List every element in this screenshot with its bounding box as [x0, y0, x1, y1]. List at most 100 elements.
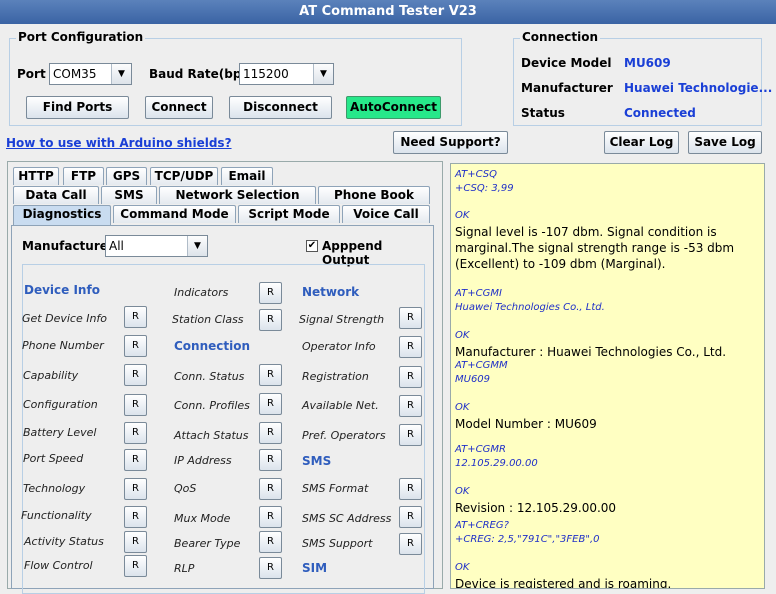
tab-script-mode[interactable]: Script Mode: [238, 205, 340, 223]
conn-status-button[interactable]: R: [259, 364, 282, 386]
bearer-type-label: Bearer Type: [174, 537, 241, 550]
log-command-line: OK: [455, 486, 470, 497]
status-label: Status: [521, 106, 565, 120]
log-command-line: OK: [455, 402, 470, 413]
conn-status-label: Conn. Status: [174, 370, 245, 383]
sms-format-button[interactable]: R: [399, 478, 422, 500]
log-command-line: OK: [455, 210, 470, 221]
log-response-line: Signal level is -107 dbm. Signal conditi…: [455, 225, 735, 271]
log-response-line: Model Number : MU609: [455, 417, 597, 431]
capability-button[interactable]: R: [124, 364, 147, 386]
log-command-line: AT+CREG?: [455, 520, 509, 531]
log-command-line: MU609: [455, 374, 491, 385]
append-output-checkbox[interactable]: ✔: [306, 240, 318, 252]
tab-network-selection[interactable]: Network Selection: [159, 186, 316, 204]
conn-profiles-label: Conn. Profiles: [174, 399, 250, 412]
signal-strength-label: Signal Strength: [299, 313, 385, 326]
sms-support-button[interactable]: R: [399, 533, 422, 555]
tab-sms[interactable]: SMS: [101, 186, 157, 204]
rlp-label: RLP: [174, 562, 195, 575]
port-label: Port: [17, 67, 46, 81]
log-response-line: Manufacturer : Huawei Technologies Co., …: [455, 345, 727, 359]
phone-number-label: Phone Number: [22, 339, 104, 352]
log-command-line: AT+CGMM: [455, 360, 508, 371]
log-output[interactable]: AT+CSQ +CSQ: 3,99 OK Signal level is -107 d…: [450, 163, 765, 589]
conn-profiles-button[interactable]: R: [259, 393, 282, 415]
baud-rate-select[interactable]: 115200 ▼: [239, 63, 334, 85]
device-info-section: Device Info: [24, 283, 100, 297]
technology-button[interactable]: R: [124, 478, 147, 500]
qos-label: QoS: [174, 482, 197, 495]
log-response-line: Device is registered and is roaming.: [455, 577, 672, 589]
tab-http[interactable]: HTTP: [13, 167, 59, 185]
rlp-button[interactable]: R: [259, 557, 282, 579]
configuration-button[interactable]: R: [124, 394, 147, 416]
indicators-button[interactable]: R: [259, 282, 282, 304]
baud-rate-value: 115200: [243, 67, 289, 81]
sms-sc-address-button[interactable]: R: [399, 506, 422, 528]
chevron-down-icon[interactable]: ▼: [313, 64, 333, 84]
diag-manufacturer-select[interactable]: All ▼: [105, 235, 208, 257]
signal-strength-button[interactable]: R: [399, 307, 422, 329]
sms-format-label: SMS Format: [302, 482, 369, 495]
battery-level-label: Battery Level: [23, 426, 97, 439]
ip-address-button[interactable]: R: [259, 449, 282, 471]
tab-voice-call[interactable]: Voice Call: [342, 205, 430, 223]
network-section: Network: [302, 285, 360, 299]
flow-control-button[interactable]: R: [124, 555, 147, 577]
log-command-line: AT+CGMI: [455, 288, 502, 299]
diag-manufacturer-value: All: [109, 239, 124, 253]
tab-ftp[interactable]: FTP: [63, 167, 104, 185]
registration-button[interactable]: R: [399, 366, 422, 388]
find-ports-button[interactable]: Find Ports: [26, 96, 129, 119]
operator-info-button[interactable]: R: [399, 336, 422, 358]
tab-phone-book[interactable]: Phone Book: [318, 186, 430, 204]
diag-manufacturer-label: Manufacturer: [22, 239, 114, 253]
tab-command-mode[interactable]: Command Mode: [113, 205, 236, 223]
tab-email[interactable]: Email: [221, 167, 273, 185]
chevron-down-icon[interactable]: ▼: [187, 236, 207, 256]
tab-tcp-udp[interactable]: TCP/UDP: [150, 167, 218, 185]
need-support-button[interactable]: Need Support?: [393, 131, 508, 154]
available-net-label: Available Net.: [302, 399, 379, 412]
log-command-line: OK: [455, 330, 470, 341]
log-command-line: AT+CSQ: [455, 169, 497, 180]
functionality-button[interactable]: R: [124, 506, 147, 528]
station-class-label: Station Class: [172, 313, 244, 326]
port-speed-button[interactable]: R: [124, 449, 147, 471]
mux-mode-button[interactable]: R: [259, 506, 282, 528]
arduino-help-link[interactable]: How to use with Arduino shields?: [6, 136, 232, 150]
log-command-line: +CREG: 2,5,"791C","3FEB",0: [455, 534, 600, 545]
phone-number-button[interactable]: R: [124, 335, 147, 357]
capability-label: Capability: [23, 369, 79, 382]
attach-status-button[interactable]: R: [259, 422, 282, 444]
activity-status-label: Activity Status: [24, 535, 104, 548]
registration-label: Registration: [302, 370, 369, 383]
append-output-label: Apppend Output: [322, 239, 383, 267]
battery-level-button[interactable]: R: [124, 422, 147, 444]
bearer-type-button[interactable]: R: [259, 531, 282, 553]
connect-button[interactable]: Connect: [145, 96, 213, 119]
flow-control-label: Flow Control: [24, 559, 93, 572]
qos-button[interactable]: R: [259, 478, 282, 500]
pref-operators-label: Pref. Operators: [302, 429, 386, 442]
clear-log-button[interactable]: Clear Log: [604, 131, 679, 154]
tab-diagnostics[interactable]: Diagnostics: [13, 205, 111, 225]
station-class-button[interactable]: R: [259, 309, 282, 331]
tab-data-call[interactable]: Data Call: [13, 186, 99, 204]
activity-status-button[interactable]: R: [124, 531, 147, 553]
save-log-button[interactable]: Save Log: [688, 131, 762, 154]
disconnect-button[interactable]: Disconnect: [229, 96, 332, 119]
sms-sc-address-label: SMS SC Address: [302, 512, 392, 525]
log-command-line: AT+CGMR: [455, 444, 506, 455]
pref-operators-button[interactable]: R: [399, 424, 422, 446]
port-speed-label: Port Speed: [23, 452, 84, 465]
log-command-line: Huawei Technologies Co., Ltd.: [455, 302, 605, 313]
port-select[interactable]: COM35 ▼: [49, 63, 132, 85]
get-device-info-button[interactable]: R: [124, 306, 147, 328]
tab-gps[interactable]: GPS: [106, 167, 147, 185]
autoconnect-button[interactable]: AutoConnect: [346, 96, 441, 119]
available-net-button[interactable]: R: [399, 395, 422, 417]
chevron-down-icon[interactable]: ▼: [111, 64, 131, 84]
indicators-label: Indicators: [174, 286, 229, 299]
